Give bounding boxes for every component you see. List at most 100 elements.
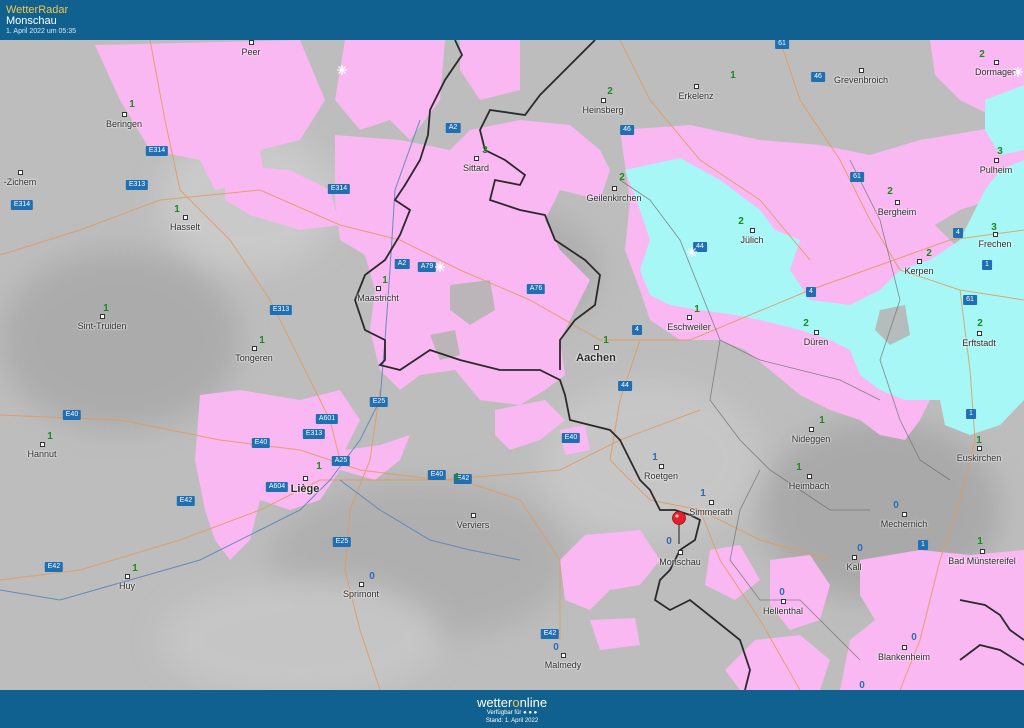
city-label: Roetgen	[643, 471, 679, 481]
city-label: Maastricht	[357, 293, 399, 303]
radar-map[interactable]: Peer Beringen Hasselt -Zichem Sint-Truiden To…	[0, 40, 1024, 690]
city-label: Jülich	[740, 235, 764, 245]
city-marker	[902, 645, 907, 650]
city-marker	[183, 215, 188, 220]
footer-bar: wetteronline Verfügbar für ● ● ● Stand: …	[0, 690, 1024, 728]
road-shield: E25	[332, 537, 352, 547]
city-marker	[601, 98, 606, 103]
city-marker	[994, 60, 999, 65]
measurement-value: 1	[819, 415, 825, 426]
road-shield: E40	[427, 470, 447, 480]
road-shield: E40	[251, 438, 271, 448]
wetteronline-logo[interactable]: wetteronline	[0, 695, 1024, 710]
city-label: Beringen	[105, 119, 143, 129]
measurement-value: 2	[887, 186, 893, 197]
city-marker	[474, 156, 479, 161]
measurement-value: 1	[977, 536, 983, 547]
road-shield: A604	[265, 482, 289, 492]
city-marker	[902, 512, 907, 517]
city-label: Bad Münstereifel	[948, 556, 1016, 566]
road-shield: E313	[302, 429, 326, 439]
city-marker	[980, 549, 985, 554]
road-shield: 4	[806, 287, 816, 297]
city-label: Tongeren	[235, 353, 273, 363]
road-shield: E42	[44, 562, 64, 572]
measurement-value: 1	[259, 335, 265, 346]
city-label: Heimbach	[788, 481, 830, 491]
road-shield: E40	[561, 433, 581, 443]
road-shield: E313	[269, 305, 293, 315]
city-label: Malmedy	[544, 660, 582, 670]
city-label: Erftstadt	[962, 338, 996, 348]
measurement-value: 1	[382, 275, 388, 286]
road-shield: 61	[963, 295, 977, 305]
road-shield: 4	[953, 228, 963, 238]
city-marker	[977, 331, 982, 336]
road-shield: E25	[369, 397, 389, 407]
city-label: Sittard	[462, 163, 490, 173]
road-shield: A2	[445, 123, 461, 133]
measurement-value: 1	[129, 99, 135, 110]
road-shield: 44	[618, 381, 632, 391]
measurement-value: 0	[857, 543, 863, 554]
measurement-value: 2	[607, 86, 613, 97]
city-marker	[249, 40, 254, 45]
road-shield: E314	[145, 146, 169, 156]
road-shield: E313	[125, 180, 149, 190]
measurement-value: 2	[979, 49, 985, 60]
city-label: Pulheim	[979, 165, 1013, 175]
city-label: Hasselt	[169, 222, 201, 232]
measurement-value: 2	[977, 318, 983, 329]
measurement-value: 3	[991, 222, 997, 233]
measurement-value: 0	[666, 536, 672, 547]
city-marker	[303, 476, 308, 481]
city-marker	[612, 186, 617, 191]
road-shield: A2	[394, 259, 410, 269]
road-shield: E42	[176, 496, 196, 506]
city-label: Peer	[241, 47, 261, 57]
header-bar: WetterRadar Monschau 1. April 2022 um 05…	[0, 0, 1024, 40]
city-marker	[687, 315, 692, 320]
city-marker	[994, 158, 999, 163]
measurement-value: 1	[603, 335, 609, 346]
measurement-value: 2	[926, 248, 932, 259]
city-label: Sint-Truiden	[77, 321, 127, 331]
city-label: Kerpen	[904, 266, 934, 276]
city-label: Bergheim	[877, 207, 917, 217]
city-label: Grevenbroich	[833, 75, 889, 85]
city-label: Mechernich	[880, 519, 928, 529]
city-label: Eschweiler	[667, 322, 711, 332]
road-shield: A25	[331, 456, 351, 466]
road-shield: E314	[327, 184, 351, 194]
city-label: Düren	[803, 337, 829, 347]
city-label: Monschau	[659, 557, 701, 567]
city-label: Frechen	[978, 239, 1012, 249]
measurement-value: 3	[997, 146, 1003, 157]
measurement-value: 1	[976, 435, 982, 446]
city-label: Hannut	[27, 449, 57, 459]
city-label: Hellenthal	[762, 606, 804, 616]
city-marker	[252, 346, 257, 351]
measurement-value: 2	[738, 216, 744, 227]
city-marker	[859, 68, 864, 73]
city-label: Euskirchen	[956, 453, 1002, 463]
measurement-value: 1	[796, 462, 802, 473]
snowflake-icon	[1013, 67, 1023, 77]
city-marker	[100, 314, 105, 319]
road-shield: 46	[620, 125, 634, 135]
city-marker	[594, 345, 599, 350]
city-label: -Zichem	[3, 177, 37, 187]
road-shield: 1	[966, 409, 976, 419]
city-label: Aachen	[576, 352, 616, 364]
road-shield: 1	[982, 260, 992, 270]
measurement-value: 1	[316, 461, 322, 472]
city-marker	[895, 200, 900, 205]
road-shield: E314	[10, 200, 34, 210]
measurement-value: 1	[47, 431, 53, 442]
city-marker	[659, 464, 664, 469]
location-pin-icon[interactable]	[672, 510, 688, 546]
city-marker	[709, 500, 714, 505]
city-label: Nideggen	[791, 434, 831, 444]
availability-text: Verfügbar für ● ● ●	[486, 710, 538, 716]
measurement-value: 1	[132, 563, 138, 574]
